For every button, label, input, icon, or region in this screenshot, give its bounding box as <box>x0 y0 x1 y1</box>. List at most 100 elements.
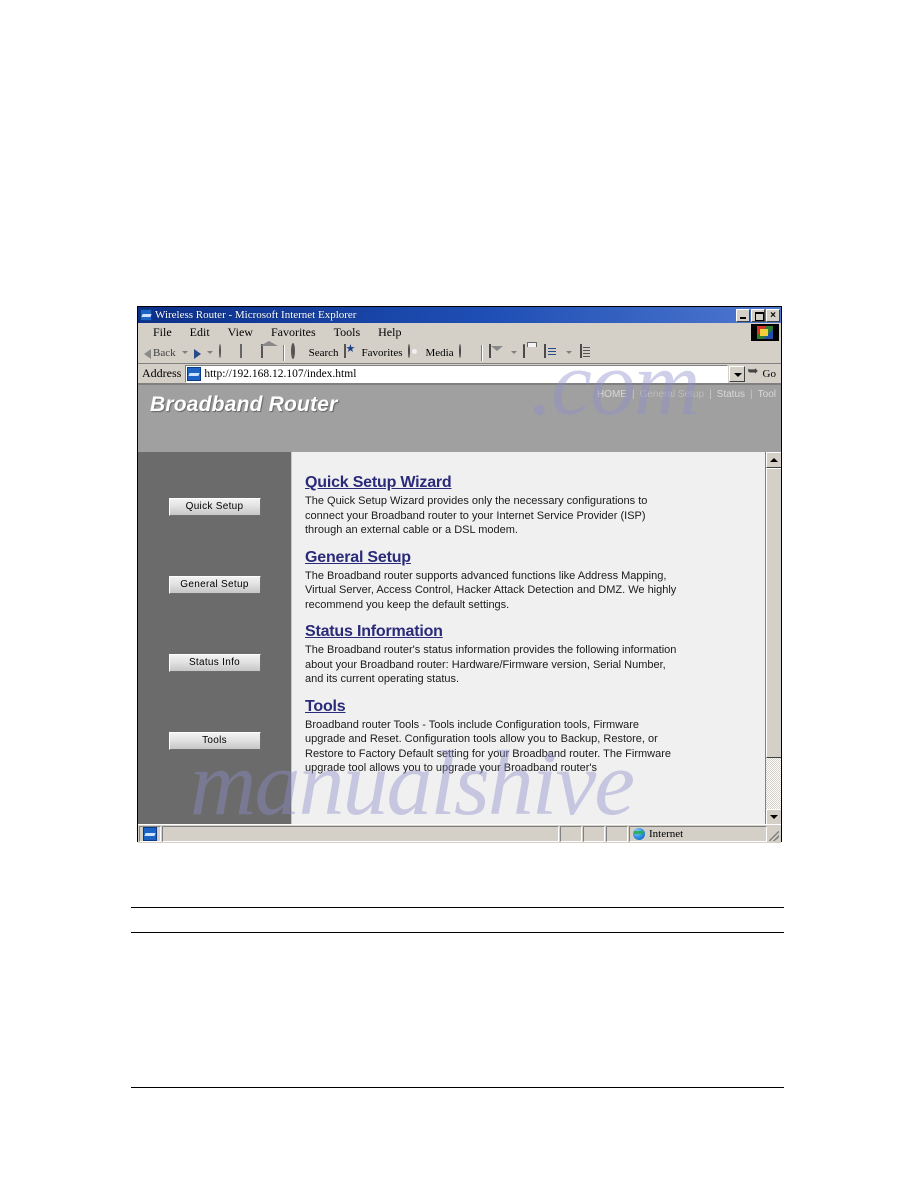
go-button-label: Go <box>762 367 776 380</box>
sidebar-slot-2: General Setup <box>138 576 291 654</box>
discuss-button[interactable] <box>576 343 596 363</box>
ie-brand-logo-icon <box>751 324 779 341</box>
scrollbar-track[interactable] <box>766 468 781 809</box>
print-button[interactable] <box>521 343 541 363</box>
sidebar-button-status-info[interactable]: Status Info <box>168 654 261 672</box>
refresh-icon <box>239 343 256 361</box>
page-vertical-scrollbar[interactable] <box>765 452 781 824</box>
search-button[interactable]: Search <box>289 342 341 363</box>
edit-button[interactable] <box>542 343 562 363</box>
security-zone-indicator[interactable]: Internet <box>629 826 767 842</box>
menu-view[interactable]: View <box>219 324 262 341</box>
section-tools: Tools Broadband router Tools - Tools inc… <box>305 698 769 776</box>
nav-item-tool[interactable]: Tool <box>753 389 781 400</box>
document-rule-bottom <box>131 1087 784 1088</box>
menu-help[interactable]: Help <box>369 324 410 341</box>
back-button[interactable]: Back <box>142 343 178 363</box>
ie-page-icon-small <box>187 366 202 381</box>
home-icon <box>260 343 277 361</box>
document-rule-middle <box>131 932 784 933</box>
scroll-down-button[interactable] <box>766 809 781 824</box>
section-body-quick-setup-wizard: The Quick Setup Wizard provides only the… <box>305 495 648 536</box>
history-button[interactable] <box>457 343 477 363</box>
section-body-status-information: The Broadband router's status informatio… <box>305 644 677 685</box>
menu-tools[interactable]: Tools <box>325 324 370 341</box>
media-button[interactable]: Media <box>406 343 456 363</box>
router-brand-title: Broadband Router <box>150 393 338 416</box>
section-general-setup: General Setup The Broadband router suppo… <box>305 549 769 613</box>
media-icon <box>407 343 424 361</box>
menu-edit[interactable]: Edit <box>181 324 219 341</box>
address-input[interactable]: http://192.168.12.107/index.html <box>185 364 728 383</box>
mail-button[interactable] <box>487 343 507 363</box>
forward-arrow-icon <box>193 349 201 359</box>
section-heading-status-information[interactable]: Status Information <box>305 623 769 641</box>
section-heading-general-setup[interactable]: General Setup <box>305 549 769 567</box>
edit-icon <box>543 343 560 361</box>
sidebar-button-tools[interactable]: Tools <box>168 732 261 750</box>
sidebar-slot-1: Quick Setup <box>138 498 291 576</box>
scroll-up-button[interactable] <box>766 452 781 468</box>
router-page-body: Quick Setup General Setup Status Info To… <box>138 452 781 824</box>
back-dropdown-icon[interactable] <box>181 351 188 354</box>
ie-page-icon <box>140 309 152 321</box>
nav-item-status[interactable]: Status <box>712 389 750 400</box>
go-button[interactable]: Go <box>745 363 779 380</box>
media-button-label: Media <box>425 346 454 359</box>
minimize-button[interactable] <box>736 308 750 322</box>
forward-button[interactable] <box>192 343 203 363</box>
stop-button[interactable] <box>217 343 237 363</box>
maximize-button[interactable] <box>751 308 765 322</box>
mail-dropdown-icon[interactable] <box>510 351 517 354</box>
print-icon <box>522 343 539 361</box>
back-button-label: Back <box>153 346 176 359</box>
browser-toolbar: Back Search Favorites Media <box>138 342 781 364</box>
resize-grip[interactable] <box>767 825 781 843</box>
address-url-text: http://192.168.12.107/index.html <box>204 367 357 380</box>
mail-icon <box>488 343 505 361</box>
menu-favorites[interactable]: Favorites <box>262 324 325 341</box>
address-label: Address <box>142 366 182 380</box>
favorites-star-icon <box>343 343 360 361</box>
section-heading-quick-setup-wizard[interactable]: Quick Setup Wizard <box>305 474 769 492</box>
window-title: Wireless Router - Microsoft Internet Exp… <box>155 309 357 321</box>
address-dropdown-button[interactable] <box>728 365 745 382</box>
toolbar-separator <box>282 344 285 361</box>
sidebar-button-quick-setup[interactable]: Quick Setup <box>168 498 261 516</box>
browser-window: Wireless Router - Microsoft Internet Exp… <box>137 306 782 843</box>
window-controls: × <box>736 308 780 322</box>
ie-page-icon-status <box>143 827 157 841</box>
menu-file[interactable]: File <box>144 324 181 341</box>
home-button[interactable] <box>259 343 279 363</box>
favorites-button-label: Favorites <box>361 346 403 359</box>
router-content: Quick Setup Wizard The Quick Setup Wizar… <box>291 452 781 824</box>
search-icon <box>290 342 307 361</box>
search-button-label: Search <box>308 346 339 359</box>
status-slot-2 <box>583 826 605 842</box>
edit-dropdown-icon[interactable] <box>565 351 572 354</box>
nav-item-home[interactable]: HOME <box>592 389 632 400</box>
status-bar: Internet <box>138 824 781 843</box>
favorites-button[interactable]: Favorites <box>342 343 405 363</box>
page-viewport: Broadband Router HOME | General Setup | … <box>138 384 781 824</box>
back-arrow-icon <box>144 349 151 359</box>
menu-bar: File Edit View Favorites Tools Help <box>138 323 781 342</box>
stop-icon <box>218 343 235 361</box>
security-zone-label: Internet <box>649 828 684 840</box>
nav-item-general-setup[interactable]: General Setup <box>635 389 710 400</box>
section-heading-tools[interactable]: Tools <box>305 698 769 716</box>
scrollbar-thumb[interactable] <box>766 468 781 758</box>
forward-dropdown-icon[interactable] <box>206 351 213 354</box>
refresh-button[interactable] <box>238 343 258 363</box>
close-button[interactable]: × <box>766 308 780 322</box>
address-bar: Address http://192.168.12.107/index.html… <box>138 363 781 384</box>
toolbar-separator-2 <box>480 344 483 361</box>
status-slot-3 <box>606 826 628 842</box>
router-sidebar: Quick Setup General Setup Status Info To… <box>138 452 291 824</box>
sidebar-slot-4: Tools <box>138 732 291 810</box>
section-body-tools: Broadband router Tools - Tools include C… <box>305 718 672 775</box>
section-quick-setup-wizard: Quick Setup Wizard The Quick Setup Wizar… <box>305 474 769 538</box>
title-bar[interactable]: Wireless Router - Microsoft Internet Exp… <box>138 307 781 323</box>
sidebar-button-general-setup[interactable]: General Setup <box>168 576 261 594</box>
status-icon-cell <box>139 826 161 842</box>
